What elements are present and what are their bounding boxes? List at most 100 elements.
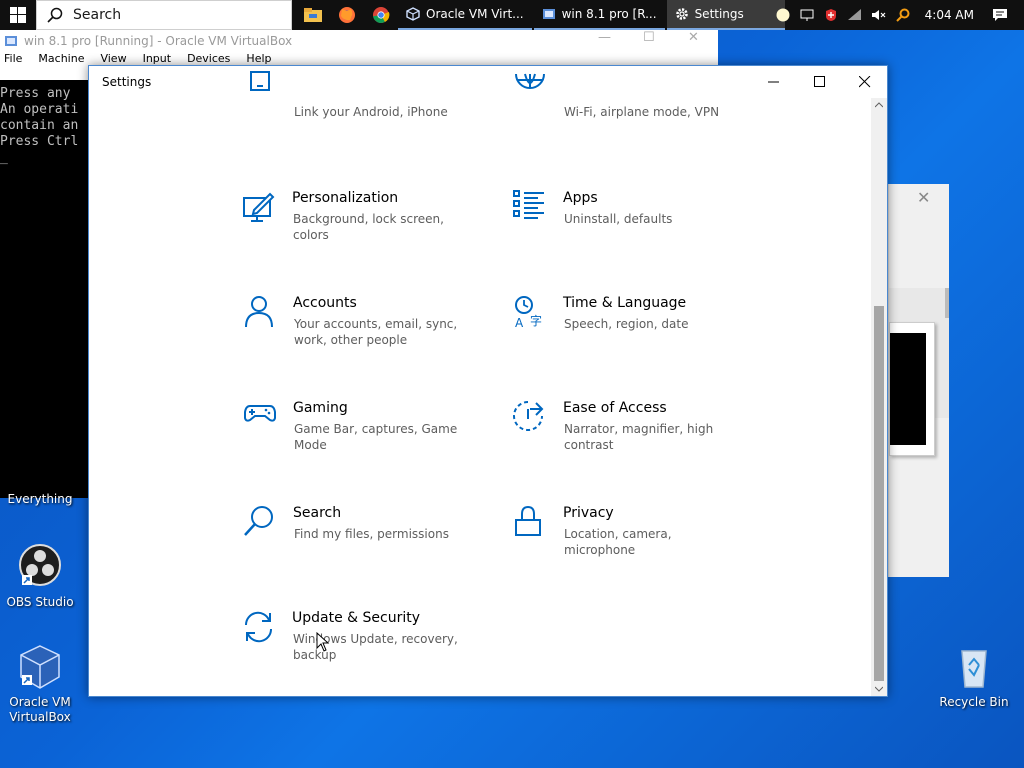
tile-title: Update & Security <box>292 610 421 626</box>
search-icon <box>244 506 273 536</box>
settings-title: Settings <box>102 75 152 89</box>
background-window-scrollbar[interactable] <box>945 288 949 318</box>
settings-tile-privacy[interactable]: Privacy Location, camera, microphone <box>513 505 763 585</box>
desktop-icon-everything[interactable]: Everything <box>0 492 80 507</box>
desktop-icon-recycle-bin[interactable]: Recycle Bin <box>934 643 1014 710</box>
virtualbox-icon <box>406 7 420 21</box>
tile-title: Ease of Access <box>563 400 667 416</box>
tray-monitor-icon[interactable] <box>795 0 819 30</box>
desktop-icon-obs-studio[interactable]: OBS Studio <box>0 543 80 610</box>
chrome-icon[interactable] <box>364 0 398 30</box>
close-icon <box>859 76 871 88</box>
tray-search-icon[interactable] <box>891 0 915 30</box>
time-language-icon: A 字 <box>515 296 542 329</box>
desktop-icon-virtualbox[interactable]: Oracle VM VirtualBox <box>0 643 80 725</box>
taskbar: Search Oracle VM Virt... win 8.1 pro [R.… <box>0 0 1024 30</box>
tile-title: Gaming <box>293 400 348 416</box>
gamepad-icon <box>244 405 276 422</box>
volume-muted-icon[interactable] <box>867 0 891 30</box>
person-icon <box>245 296 273 328</box>
settings-scrollbar[interactable] <box>871 98 887 696</box>
tray-network-icon[interactable] <box>843 0 867 30</box>
scroll-up-arrow-icon[interactable] <box>871 98 887 112</box>
settings-tile-phone[interactable]: Link your Android, iPhone <box>243 71 493 172</box>
tile-description: Game Bar, captures, Game Mode <box>294 422 458 452</box>
settings-tile-search[interactable]: Search Find my files, permissions <box>243 505 493 585</box>
background-window-close-icon[interactable]: ✕ <box>917 188 930 207</box>
globe-icon <box>515 73 545 89</box>
maximize-icon <box>814 76 825 87</box>
settings-minimize-button[interactable] <box>751 66 797 98</box>
tile-description: Wi-Fi, airplane mode, VPN <box>564 105 720 119</box>
clock[interactable]: 4:04 AM <box>915 8 988 22</box>
task-virtualbox-manager[interactable]: Oracle VM Virt... <box>398 0 532 30</box>
phone-icon <box>250 71 270 91</box>
search-placeholder: Search <box>73 7 122 23</box>
settings-home-grid: Link your Android, iPhone Wi-Fi, airplan… <box>89 66 873 696</box>
settings-tile-accounts[interactable]: Accounts Your accounts, email, sync, wor… <box>243 295 493 375</box>
ease-of-access-icon <box>513 401 544 431</box>
desktop-icon-label: Recycle Bin <box>939 695 1009 709</box>
settings-tile-ease-of-access[interactable]: Ease of Access Narrator, magnifier, high… <box>513 400 763 480</box>
settings-tile-network[interactable]: Wi-Fi, airplane mode, VPN <box>513 73 763 172</box>
settings-tile-time-language[interactable]: A 字 Time & Language Speech, region, date <box>513 295 763 375</box>
tile-description: Find my files, permissions <box>294 527 449 541</box>
start-button[interactable] <box>0 0 36 30</box>
settings-close-button[interactable] <box>842 66 887 98</box>
svg-text:A: A <box>515 316 524 329</box>
settings-tile-update-security[interactable]: Update & Security Windows Update, recove… <box>242 610 492 690</box>
vbox-titlebar: win 8.1 pro [Running] - Oracle VM Virtua… <box>0 30 718 52</box>
vbox-maximize-icon[interactable]: ☐ <box>643 30 655 45</box>
notifications-icon[interactable] <box>988 0 1012 30</box>
vm-window-icon <box>5 36 17 46</box>
menu-file[interactable]: File <box>4 52 22 68</box>
personalization-icon <box>243 192 275 222</box>
search-icon <box>47 7 63 23</box>
firefox-icon[interactable] <box>330 0 364 30</box>
svg-text:字: 字 <box>530 313 542 328</box>
tile-description: Speech, region, date <box>564 317 689 331</box>
tile-title: Apps <box>563 190 598 206</box>
tile-description: Your accounts, email, sync, work, other … <box>294 317 458 347</box>
tray-circle-icon[interactable] <box>771 0 795 30</box>
apps-icon <box>513 190 544 219</box>
vm-preview-thumbnail[interactable] <box>889 322 935 456</box>
task-settings[interactable]: Settings <box>666 0 785 30</box>
settings-tile-personalization[interactable]: Personalization Background, lock screen,… <box>242 190 492 270</box>
vbox-minimize-icon[interactable]: — <box>598 30 611 45</box>
mouse-pointer-icon <box>316 632 330 652</box>
settings-maximize-button[interactable] <box>797 66 843 98</box>
tray-shield-icon[interactable] <box>819 0 843 30</box>
settings-tile-apps[interactable]: Apps Uninstall, defaults <box>513 190 763 270</box>
tile-title: Accounts <box>293 295 357 311</box>
update-icon <box>244 611 273 643</box>
settings-window: Link your Android, iPhone Wi-Fi, airplan… <box>88 65 888 697</box>
obs-studio-icon <box>19 544 61 586</box>
vm-window-icon <box>542 9 555 19</box>
task-win81-vm[interactable]: win 8.1 pro [R... <box>533 0 665 30</box>
vbox-close-icon[interactable]: ✕ <box>688 30 699 45</box>
tile-description: Location, camera, microphone <box>564 527 672 557</box>
menu-machine[interactable]: Machine <box>38 52 84 68</box>
tile-description: Background, lock screen, colors <box>293 212 444 242</box>
minimize-icon <box>768 81 779 83</box>
system-tray: 4:04 AM <box>771 0 1024 30</box>
tile-title: Search <box>293 505 342 521</box>
task-label: Oracle VM Virt... <box>426 7 524 21</box>
scroll-down-arrow-icon[interactable] <box>871 682 887 696</box>
gear-icon <box>675 8 688 20</box>
taskbar-search-box[interactable]: Search <box>36 0 292 30</box>
scrollbar-thumb[interactable] <box>874 306 884 681</box>
vbox-title: win 8.1 pro [Running] - Oracle VM Virtua… <box>24 34 293 48</box>
file-explorer-icon[interactable] <box>296 0 330 30</box>
desktop-icon-label: Everything <box>7 492 73 506</box>
lock-icon <box>515 505 541 536</box>
task-label: win 8.1 pro [R... <box>561 7 657 21</box>
tile-description: Link your Android, iPhone <box>294 105 448 119</box>
desktop-icon-label: Oracle VM VirtualBox <box>9 695 71 724</box>
tile-description: Uninstall, defaults <box>564 212 673 226</box>
settings-tile-gaming[interactable]: Gaming Game Bar, captures, Game Mode <box>243 400 493 480</box>
tile-title: Privacy <box>563 505 614 521</box>
tile-description: Narrator, magnifier, high contrast <box>564 422 714 452</box>
background-window[interactable]: ✕ <box>888 184 949 577</box>
